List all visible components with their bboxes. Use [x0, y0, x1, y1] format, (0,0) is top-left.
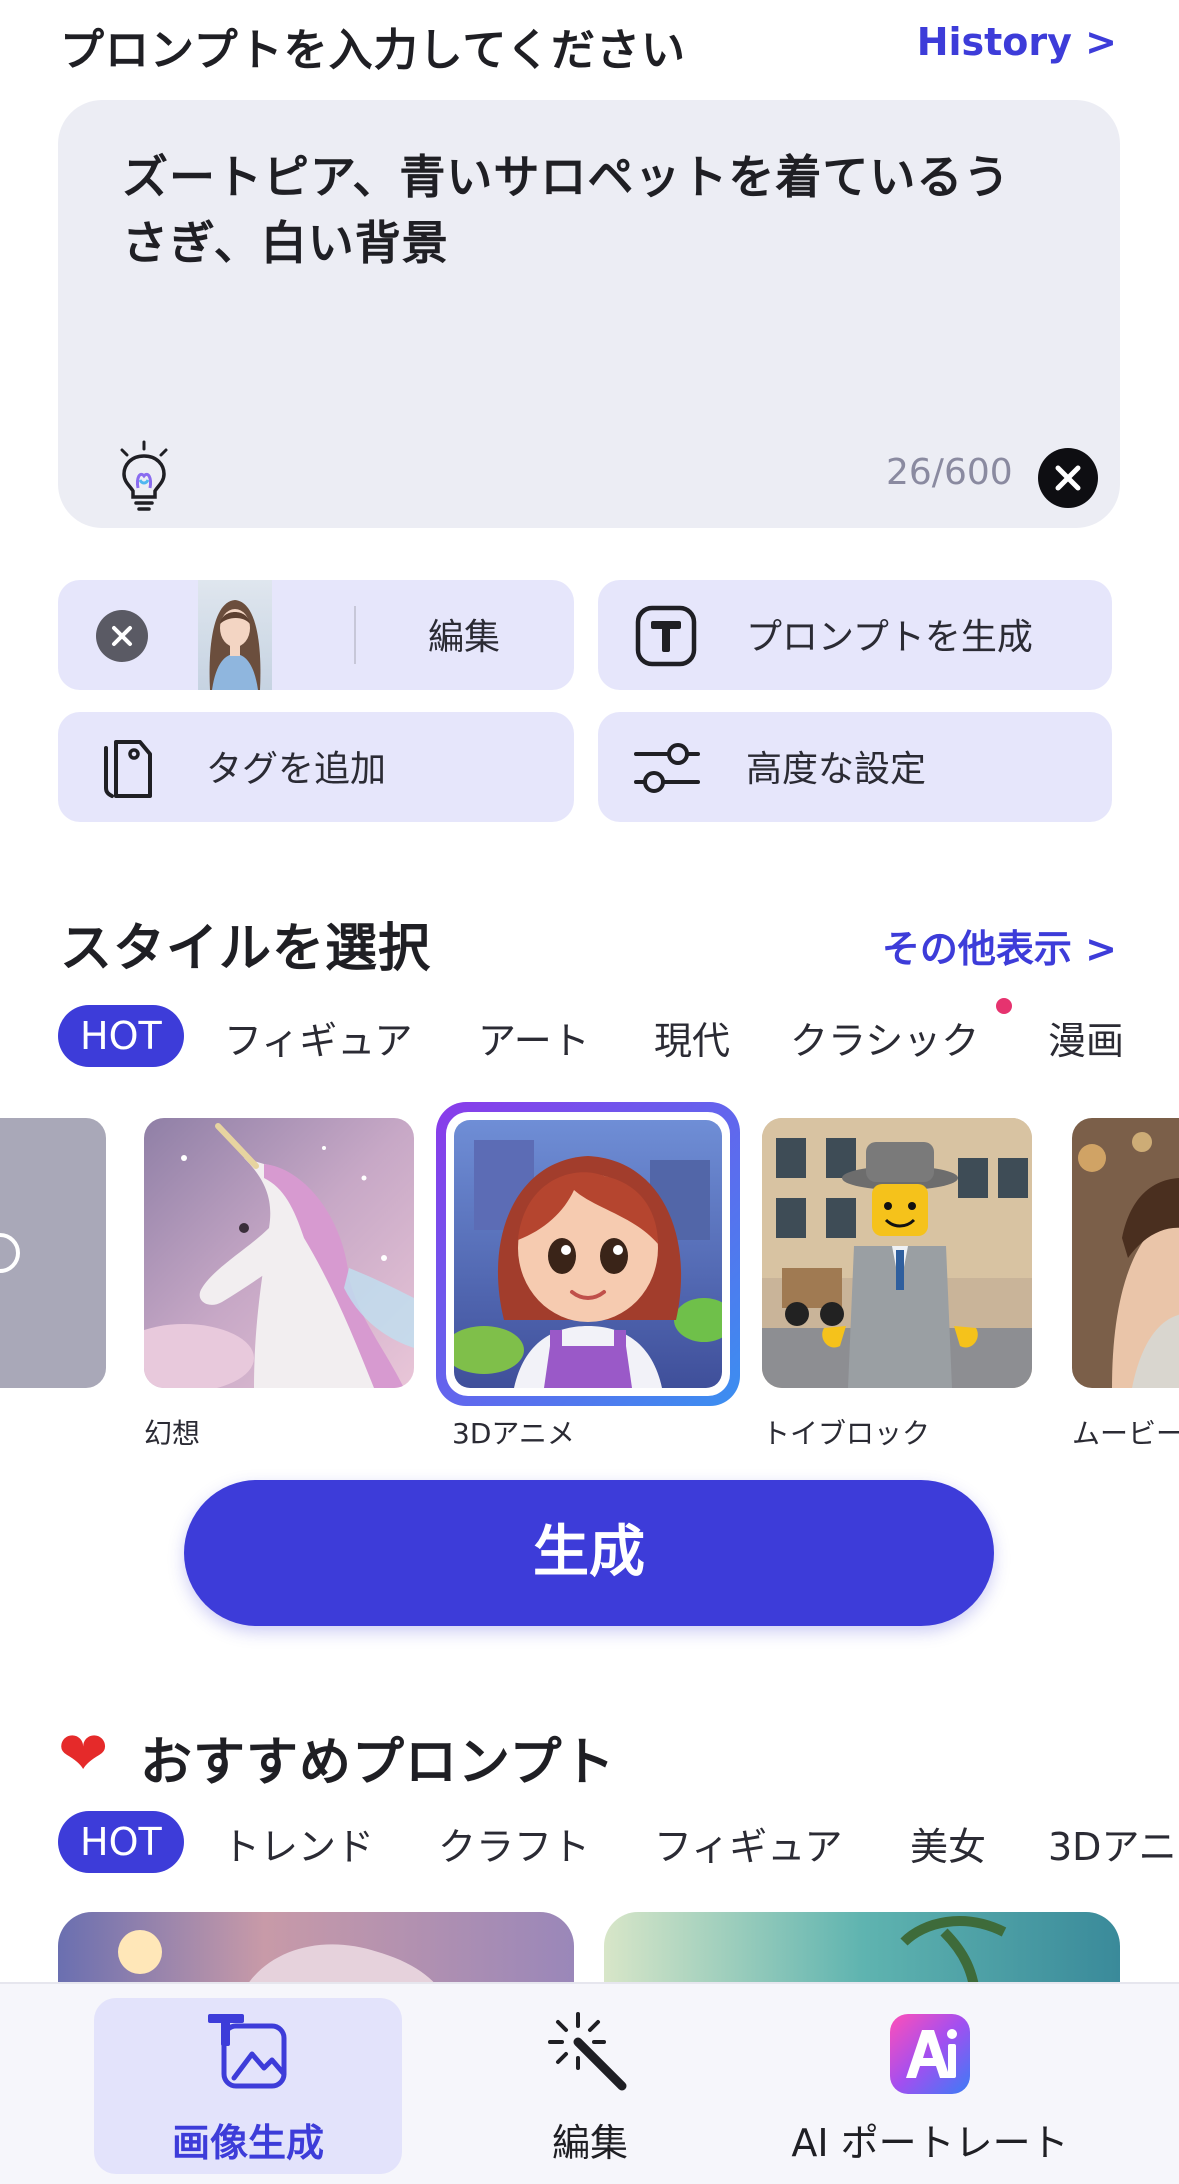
text-t-icon	[634, 604, 698, 668]
style-card-3d-anime-selected[interactable]	[436, 1102, 740, 1406]
show-more-link[interactable]: その他表示 >	[882, 918, 1117, 973]
heart-icon: ❤	[58, 1719, 109, 1789]
nav-label-ai-portrait[interactable]: AI ポートレート	[770, 2112, 1090, 2167]
recommend-tab-craft[interactable]: クラフト	[438, 1816, 590, 1871]
advanced-settings-label: 高度な設定	[746, 749, 927, 790]
style-card-movie[interactable]	[1072, 1118, 1179, 1388]
prompt-text[interactable]: ズートピア、青いサロペットを着ているうさぎ、白い背景	[122, 144, 1052, 276]
style-tab-manga[interactable]: 漫画	[1048, 1010, 1124, 1065]
style-label-3d-anime: 3Dアニメ	[452, 1417, 575, 1450]
style-tab-hot[interactable]: HOT	[58, 1005, 184, 1067]
add-tag-label: タグを追加	[206, 749, 387, 790]
history-link[interactable]: History >	[917, 20, 1117, 64]
prompt-section-title: プロンプトを入力してください	[60, 25, 687, 76]
image-generate-icon	[206, 2012, 290, 2092]
recommend-tab-hot[interactable]: HOT	[58, 1811, 184, 1873]
style-card-fantasy[interactable]	[144, 1118, 414, 1388]
style-tab-modern[interactable]: 現代	[654, 1010, 730, 1065]
new-badge-dot	[996, 998, 1012, 1014]
generate-button[interactable]: 生成	[184, 1480, 994, 1626]
recommend-tab-3d-anime[interactable]: 3Dアニメ	[1048, 1816, 1179, 1871]
style-tab-classic[interactable]: クラシック	[790, 1010, 979, 1065]
nav-label-image-generate: 画像生成	[171, 2121, 324, 2165]
generate-prompt-label: プロンプトを生成	[746, 617, 1033, 658]
style-label-toy-block: トイブロック	[762, 1417, 931, 1450]
reference-image-thumbnail	[198, 580, 272, 690]
circle-icon	[0, 1233, 20, 1273]
style-section-title: スタイルを選択	[60, 919, 432, 979]
character-count: 26/600	[886, 452, 1013, 493]
edit-label: 編集	[428, 617, 501, 658]
sliders-icon	[632, 738, 702, 798]
recommend-section-title: おすすめプロンプト	[140, 1733, 616, 1793]
clear-prompt-button[interactable]	[1038, 448, 1098, 508]
style-card-partial[interactable]	[0, 1118, 106, 1388]
close-icon	[1055, 465, 1081, 491]
nav-label-edit[interactable]: 編集	[440, 2112, 740, 2167]
magic-wand-icon[interactable]	[548, 2012, 632, 2096]
lightbulb-icon[interactable]	[114, 440, 174, 512]
recommend-tab-figure[interactable]: フィギュア	[654, 1816, 842, 1871]
style-tab-figure[interactable]: フィギュア	[224, 1010, 412, 1065]
style-tab-art[interactable]: アート	[478, 1010, 590, 1065]
recommend-tab-trend[interactable]: トレンド	[222, 1816, 374, 1871]
recommend-tab-beauty[interactable]: 美女	[910, 1816, 986, 1871]
ai-portrait-icon[interactable]	[890, 2014, 970, 2094]
remove-reference-button[interactable]	[96, 610, 148, 662]
divider	[354, 606, 356, 664]
close-icon	[112, 626, 132, 646]
tag-icon	[102, 734, 158, 804]
style-label-fantasy: 幻想	[144, 1417, 201, 1450]
style-label-movie: ムービー	[1072, 1417, 1179, 1450]
style-card-toy-block[interactable]	[762, 1118, 1032, 1388]
